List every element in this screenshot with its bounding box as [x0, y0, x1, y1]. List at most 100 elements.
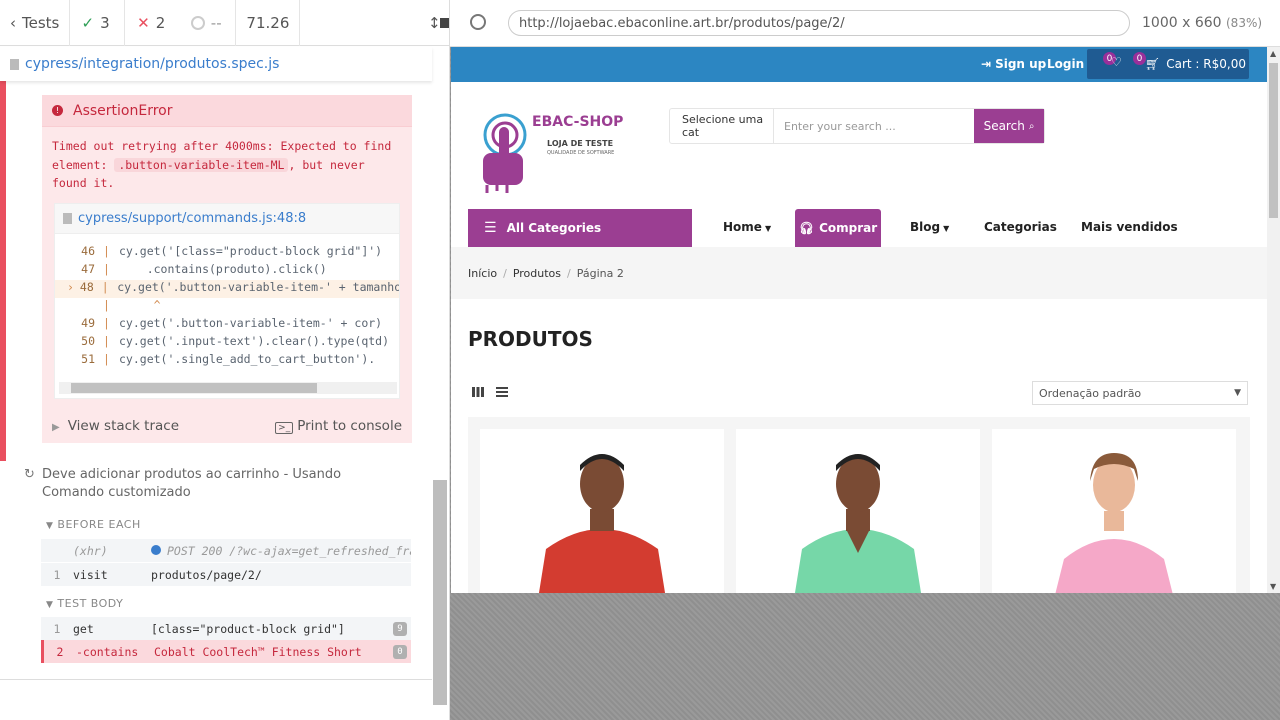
- cypress-reporter: ‹ Tests ✓ 3 ✕ 2 -- 71.26 ↕ cypress/integ…: [0, 0, 450, 720]
- x-icon: ✕: [137, 13, 150, 32]
- nav-home-label[interactable]: Home: [723, 220, 762, 234]
- grid-view-icon[interactable]: [472, 387, 484, 397]
- cart-label[interactable]: Cart : R$0,00: [1166, 57, 1246, 71]
- code-lines: 46 | cy.get('[class="product-block grid"]'…: [55, 234, 399, 370]
- sort-select-value[interactable]: Ordenação padrão: [1039, 387, 1141, 400]
- signup-link[interactable]: ⇥ Sign up: [981, 57, 1046, 71]
- nav-mais-vendidos[interactable]: Mais vendidos: [1081, 220, 1178, 234]
- cart-button[interactable]: 0 ♡ 0 🛒︎ Cart : R$0,00: [1087, 49, 1249, 79]
- error-title: AssertionError: [73, 102, 173, 119]
- category-select[interactable]: Selecione uma cat: [670, 109, 774, 143]
- spec-file[interactable]: cypress/integration/produtos.spec.js: [25, 56, 279, 72]
- search-button[interactable]: Search ⌕: [974, 109, 1044, 143]
- codeframe-file[interactable]: cypress/support/commands.js:48:8: [55, 204, 399, 234]
- site-logo[interactable]: EBAC-SHOP LOJA DE TESTE QUALIDADE DE SOF…: [477, 105, 627, 199]
- cmd-message: POST 200 /?wc-ajax=get_refreshed_fragmen…: [151, 544, 411, 558]
- code-line: | ^: [55, 298, 399, 316]
- nav-comprar[interactable]: 🎧︎ Comprar: [795, 209, 881, 247]
- failed-count: 2: [155, 13, 166, 32]
- test-title[interactable]: ↻ Deve adicionar produtos ao carrinho - …: [24, 466, 406, 502]
- scroll-down-icon[interactable]: ▼: [1270, 582, 1276, 591]
- reporter-scrollbar[interactable]: [433, 480, 447, 705]
- cmd-message: Cobalt CoolTech™ Fitness Short: [154, 644, 362, 659]
- hook-label[interactable]: TEST BODY: [57, 597, 123, 610]
- site-topbar: ⇥ Sign up Login 0 ♡ 0 🛒︎ Cart : R$0,00: [451, 47, 1267, 82]
- url-text[interactable]: http://lojaebac.ebaconline.art.br/produt…: [519, 16, 845, 31]
- reporter-header: ‹ Tests ✓ 3 ✕ 2 -- 71.26 ↕: [0, 0, 449, 46]
- error-header: ! AssertionError: [42, 95, 412, 127]
- spec-path[interactable]: cypress/integration/produtos.spec.js: [0, 47, 432, 81]
- signup-label[interactable]: Sign up: [995, 57, 1046, 71]
- command-row-contains[interactable]: 2 -contains Cobalt CoolTech™ Fitness Sho…: [41, 640, 411, 663]
- code-scrollbar-thumb[interactable]: [71, 383, 317, 393]
- line-gutter: |: [103, 334, 110, 348]
- command-row-get[interactable]: 1 get [class="product-block grid"] 9: [41, 617, 411, 640]
- all-categories-button[interactable]: ☰ All Categories: [468, 209, 692, 247]
- command-row-xhr[interactable]: (xhr) POST 200 /?wc-ajax=get_refreshed_f…: [41, 539, 411, 562]
- product-card[interactable]: [992, 429, 1236, 593]
- app-scrollbar[interactable]: ▲ ▼: [1267, 47, 1280, 593]
- reporter-divider: [0, 679, 432, 680]
- breadcrumb-produtos[interactable]: Produtos: [513, 267, 561, 280]
- codeframe-path[interactable]: cypress/support/commands.js:48:8: [78, 211, 306, 226]
- aut-header: http://lojaebac.ebaconline.art.br/produt…: [450, 0, 1280, 47]
- search-bar: Selecione uma cat Enter your search ... …: [669, 108, 1045, 144]
- console-label[interactable]: Print to console: [297, 418, 402, 434]
- fail-indicator: [0, 81, 6, 461]
- before-each-hook[interactable]: ▼ BEFORE EACH: [46, 518, 141, 531]
- line-number: 50: [81, 334, 95, 348]
- code-scrollbar[interactable]: [59, 382, 397, 394]
- refresh-icon: ↻: [24, 467, 35, 482]
- selector-playground-icon[interactable]: [470, 14, 486, 30]
- tests-button[interactable]: ‹ Tests: [0, 0, 70, 46]
- command-row-visit[interactable]: 1 visit produtos/page/2/: [41, 563, 411, 586]
- line-number: 46: [81, 244, 95, 258]
- app-scrollbar-thumb[interactable]: [1269, 63, 1278, 218]
- file-icon: [63, 213, 72, 224]
- sort-select[interactable]: Ordenação padrão ▼: [1032, 381, 1248, 405]
- nav-categorias[interactable]: Categorias: [984, 220, 1057, 234]
- stack-label[interactable]: View stack trace: [68, 418, 179, 434]
- pending-stat: --: [181, 0, 237, 46]
- test-title-text[interactable]: Deve adicionar produtos ao carrinho - Us…: [26, 466, 406, 502]
- product-card[interactable]: [480, 429, 724, 593]
- element-count-badge: 9: [393, 621, 407, 636]
- signin-icon: ⇥: [981, 57, 992, 71]
- search-input[interactable]: Enter your search ...: [774, 109, 974, 143]
- element-count-badge: 0: [393, 644, 407, 659]
- login-link[interactable]: Login: [1047, 57, 1084, 71]
- code-line: 47 | .contains(produto).click(): [55, 262, 399, 280]
- app-viewport: ⇥ Sign up Login 0 ♡ 0 🛒︎ Cart : R$0,00 EB…: [451, 47, 1267, 593]
- nav-comprar-label[interactable]: Comprar: [819, 221, 877, 235]
- duration: 71.26: [236, 0, 300, 46]
- search-button-label[interactable]: Search: [984, 119, 1025, 133]
- scroll-up-icon[interactable]: ▲: [1270, 49, 1276, 58]
- breadcrumb-inicio[interactable]: Início: [468, 267, 497, 280]
- hook-label[interactable]: BEFORE EACH: [57, 518, 140, 531]
- breadcrumb-sep: /: [503, 266, 507, 280]
- duration-value: 71.26: [246, 13, 290, 32]
- arrow-icon: ›: [66, 280, 74, 294]
- all-categories-label[interactable]: All Categories: [507, 221, 602, 235]
- caret-down-icon: ▼: [46, 600, 54, 610]
- list-view-icon[interactable]: [496, 387, 508, 397]
- url-bar[interactable]: http://lojaebac.ebaconline.art.br/produt…: [508, 10, 1130, 36]
- test-body-hook[interactable]: ▼ TEST BODY: [46, 597, 123, 610]
- view-stack-trace[interactable]: ▶ View stack trace: [52, 418, 179, 434]
- print-to-console-button[interactable]: >_ Print to console: [275, 418, 402, 434]
- category-select-value[interactable]: Selecione uma cat: [682, 113, 773, 139]
- breadcrumb-current: Página 2: [576, 266, 624, 280]
- search-placeholder[interactable]: Enter your search ...: [784, 120, 896, 133]
- nav-blog[interactable]: Blog ▼: [910, 220, 949, 234]
- tests-label: Tests: [22, 13, 60, 32]
- nav-blog-label[interactable]: Blog: [910, 220, 940, 234]
- cart-count: 0: [1133, 52, 1146, 65]
- nav-home[interactable]: Home ▼: [723, 220, 771, 234]
- line-gutter: |: [103, 244, 110, 258]
- line-number: [55, 298, 103, 316]
- stop-button[interactable]: [420, 0, 449, 46]
- heart-icon[interactable]: ♡: [1111, 55, 1122, 69]
- controls: ↕: [300, 0, 441, 46]
- product-card[interactable]: [736, 429, 980, 593]
- caret-down-icon: ▼: [764, 224, 772, 233]
